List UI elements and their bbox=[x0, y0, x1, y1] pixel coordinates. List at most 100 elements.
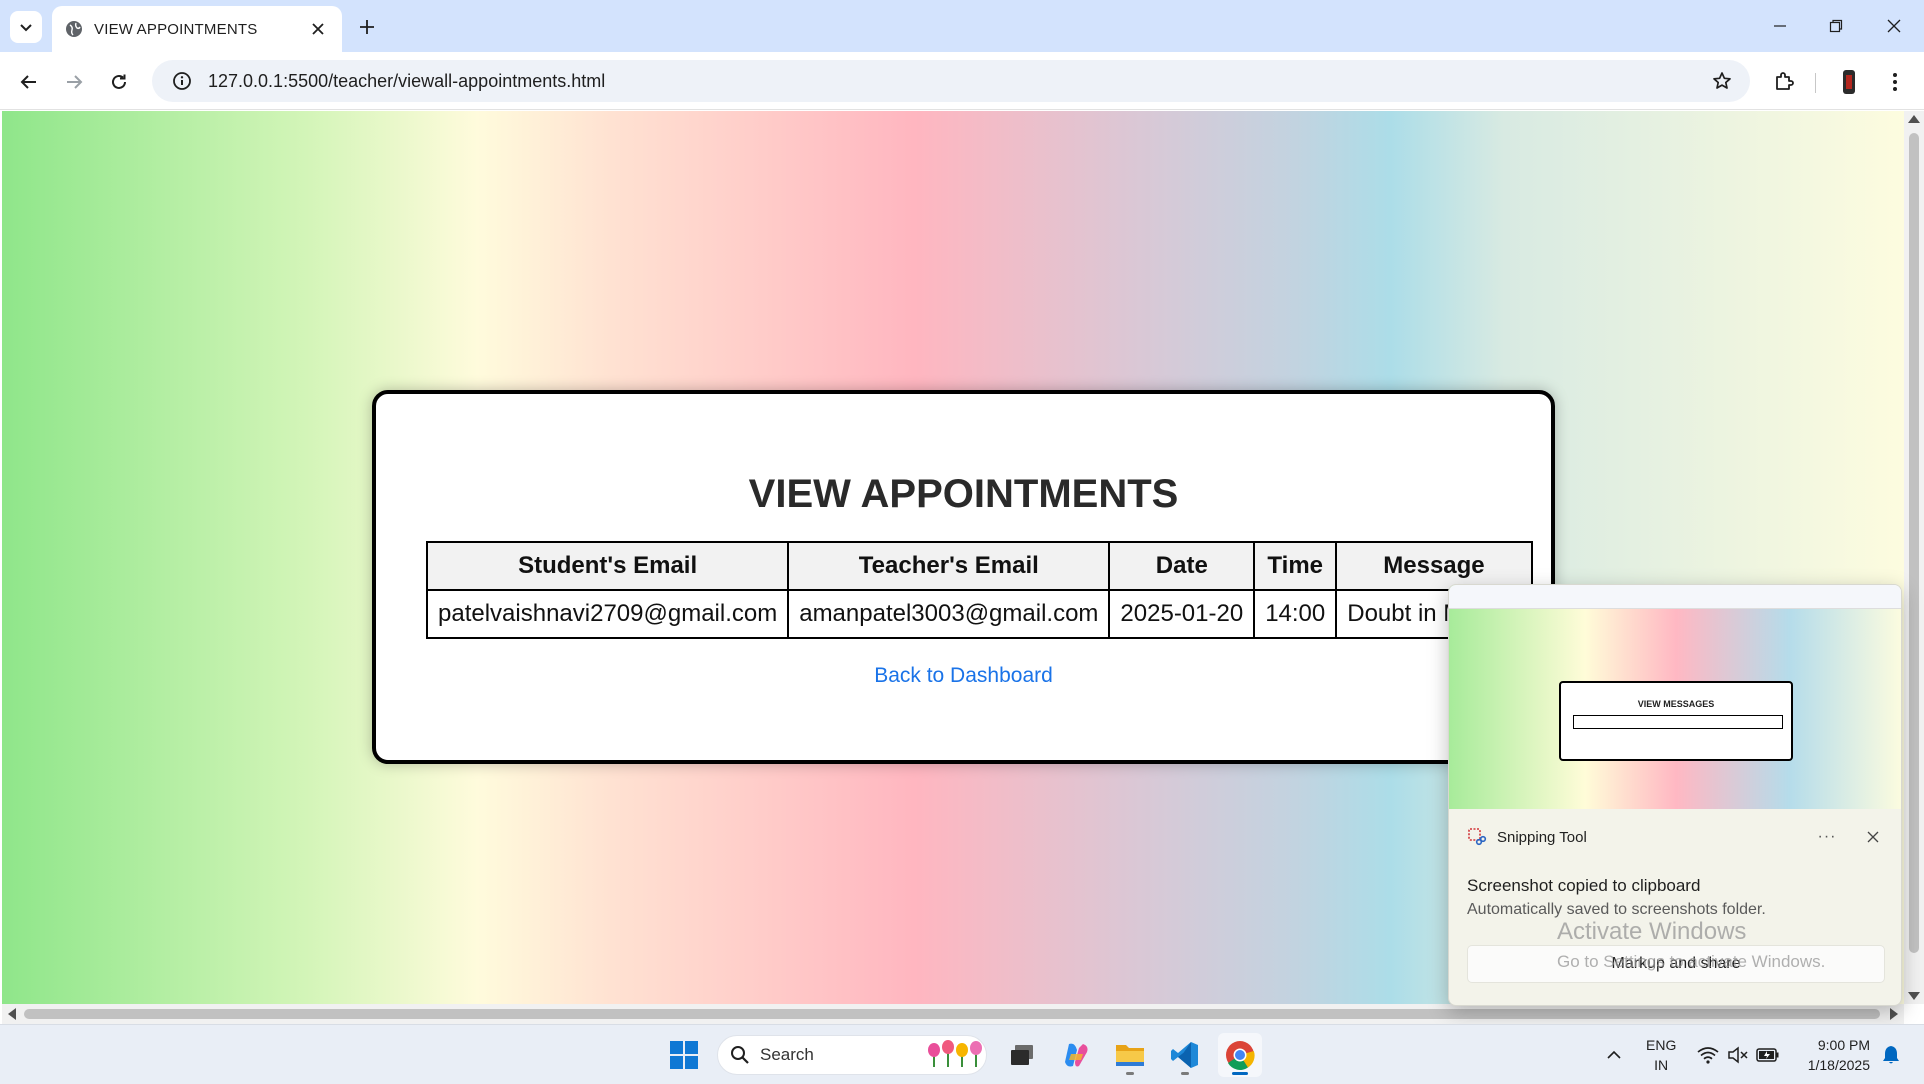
taskbar-search[interactable]: Search bbox=[717, 1035, 987, 1075]
battery-status[interactable] bbox=[1752, 1033, 1784, 1077]
start-button[interactable] bbox=[662, 1033, 706, 1077]
star-icon bbox=[1713, 72, 1731, 89]
tab-close-button[interactable] bbox=[306, 17, 330, 41]
volume-status[interactable] bbox=[1722, 1033, 1754, 1077]
browser-toolbar: 127.0.0.1:5500/teacher/viewall-appointme… bbox=[0, 52, 1924, 110]
back-to-dashboard-link[interactable]: Back to Dashboard bbox=[376, 664, 1551, 688]
restore-button[interactable] bbox=[1814, 8, 1858, 44]
site-info-button[interactable] bbox=[160, 60, 204, 102]
vscode-button[interactable] bbox=[1163, 1033, 1207, 1077]
time-cell: 14:00 bbox=[1253, 589, 1338, 639]
screenshot-preview[interactable]: VIEW MESSAGES bbox=[1449, 585, 1901, 809]
notification-close-button[interactable] bbox=[1859, 823, 1887, 851]
system-clock[interactable]: 9:00 PM 1/18/2025 bbox=[1796, 1035, 1870, 1075]
running-indicator bbox=[1126, 1072, 1134, 1075]
tulips-icon bbox=[928, 1040, 982, 1067]
menu-button[interactable] bbox=[1878, 65, 1912, 99]
chrome-icon bbox=[1226, 1041, 1255, 1070]
avatar-icon bbox=[1843, 70, 1855, 94]
scroll-right-arrow[interactable] bbox=[1890, 1008, 1898, 1020]
preview-title: VIEW MESSAGES bbox=[1637, 699, 1715, 709]
appointments-card: VIEW APPOINTMENTS Student's Email Teache… bbox=[372, 390, 1555, 764]
vertical-scroll-thumb[interactable] bbox=[1909, 133, 1919, 953]
running-indicator bbox=[1181, 1072, 1189, 1075]
bell-icon bbox=[1883, 1046, 1899, 1064]
scroll-left-arrow[interactable] bbox=[8, 1008, 16, 1020]
clock-date: 1/18/2025 bbox=[1807, 1057, 1870, 1073]
info-icon bbox=[173, 72, 191, 90]
new-tab-button[interactable] bbox=[352, 12, 382, 42]
chrome-button[interactable] bbox=[1218, 1033, 1262, 1077]
file-explorer-button[interactable] bbox=[1108, 1033, 1152, 1077]
date-cell: 2025-01-20 bbox=[1108, 589, 1256, 639]
tab-search-button[interactable] bbox=[10, 11, 42, 43]
notifications-button[interactable] bbox=[1874, 1033, 1908, 1077]
active-indicator bbox=[1232, 1072, 1248, 1075]
folder-icon bbox=[1116, 1045, 1144, 1066]
markup-and-share-button[interactable]: Markup and share bbox=[1467, 945, 1885, 983]
snipping-tool-notification[interactable]: VIEW MESSAGES Snipping Tool ··· Screensh… bbox=[1448, 584, 1902, 1006]
notification-submessage: Automatically saved to screenshots folde… bbox=[1467, 901, 1766, 918]
plus-icon bbox=[360, 20, 374, 34]
vertical-scrollbar[interactable] bbox=[1904, 111, 1924, 1004]
notification-message: Screenshot copied to clipboard bbox=[1467, 876, 1701, 895]
task-view-icon bbox=[1011, 1045, 1033, 1065]
close-icon bbox=[312, 23, 324, 35]
vscode-icon bbox=[1171, 1042, 1198, 1068]
preview-card: VIEW MESSAGES bbox=[1559, 681, 1793, 761]
horizontal-scroll-thumb[interactable] bbox=[24, 1009, 1880, 1019]
back-button[interactable] bbox=[12, 65, 46, 99]
windows-logo-icon bbox=[670, 1041, 698, 1069]
minimize-button[interactable] bbox=[1758, 8, 1802, 44]
profile-button[interactable] bbox=[1832, 65, 1866, 99]
table-header-row: Student's Email Teacher's Email Date Tim… bbox=[425, 541, 1533, 591]
browser-tab-active[interactable]: VIEW APPOINTMENTS bbox=[52, 6, 342, 52]
url-text[interactable]: 127.0.0.1:5500/teacher/viewall-appointme… bbox=[208, 71, 1702, 92]
column-header-student-email: Student's Email bbox=[425, 541, 790, 591]
copilot-icon bbox=[1065, 1043, 1088, 1067]
globe-icon bbox=[66, 21, 82, 37]
address-bar[interactable]: 127.0.0.1:5500/teacher/viewall-appointme… bbox=[152, 60, 1750, 102]
scroll-down-arrow[interactable] bbox=[1908, 992, 1920, 1000]
search-icon bbox=[731, 1046, 749, 1064]
extensions-button[interactable] bbox=[1767, 65, 1801, 99]
column-header-message: Message bbox=[1335, 541, 1533, 591]
preview-table bbox=[1573, 715, 1783, 729]
battery-charging-icon bbox=[1756, 1048, 1779, 1062]
reload-button[interactable] bbox=[102, 65, 136, 99]
kebab-menu-icon bbox=[1893, 73, 1897, 91]
student-email-cell: patelvaishnavi2709@gmail.com bbox=[425, 589, 790, 639]
copilot-button[interactable] bbox=[1054, 1033, 1098, 1077]
chevron-up-icon bbox=[1607, 1050, 1621, 1059]
arrow-left-icon bbox=[20, 75, 36, 89]
clock-time: 9:00 PM bbox=[1817, 1037, 1870, 1053]
puzzle-icon bbox=[1776, 72, 1794, 90]
horizontal-scrollbar[interactable] bbox=[2, 1004, 1904, 1024]
more-options-button[interactable]: ··· bbox=[1811, 823, 1843, 851]
search-label: Search bbox=[760, 1045, 814, 1064]
minimize-icon bbox=[1774, 25, 1786, 27]
column-header-time: Time bbox=[1253, 541, 1338, 591]
scroll-up-arrow[interactable] bbox=[1908, 115, 1920, 123]
close-icon bbox=[1887, 19, 1901, 33]
notification-header: Snipping Tool bbox=[1467, 827, 1587, 847]
table-row: patelvaishnavi2709@gmail.com amanpatel30… bbox=[425, 589, 1533, 639]
region-code: IN bbox=[1654, 1057, 1669, 1073]
show-hidden-icons-button[interactable] bbox=[1592, 1033, 1636, 1077]
language-code: ENG bbox=[1646, 1037, 1677, 1053]
bookmark-button[interactable] bbox=[1702, 60, 1742, 102]
arrow-right-icon bbox=[67, 75, 83, 89]
chevron-down-icon bbox=[20, 24, 32, 32]
forward-button[interactable] bbox=[57, 65, 91, 99]
wifi-status[interactable] bbox=[1692, 1033, 1724, 1077]
speaker-muted-icon bbox=[1728, 1046, 1748, 1064]
appointments-table: Student's Email Teacher's Email Date Tim… bbox=[425, 541, 1533, 639]
close-icon bbox=[1867, 831, 1879, 843]
scissors-icon bbox=[1468, 828, 1487, 846]
close-window-button[interactable] bbox=[1872, 8, 1916, 44]
task-view-button[interactable] bbox=[1000, 1033, 1044, 1077]
page-title: VIEW APPOINTMENTS bbox=[748, 472, 1179, 516]
column-header-teacher-email: Teacher's Email bbox=[787, 541, 1111, 591]
toolbar-divider bbox=[1815, 73, 1816, 93]
language-indicator[interactable]: ENG IN bbox=[1646, 1035, 1676, 1075]
